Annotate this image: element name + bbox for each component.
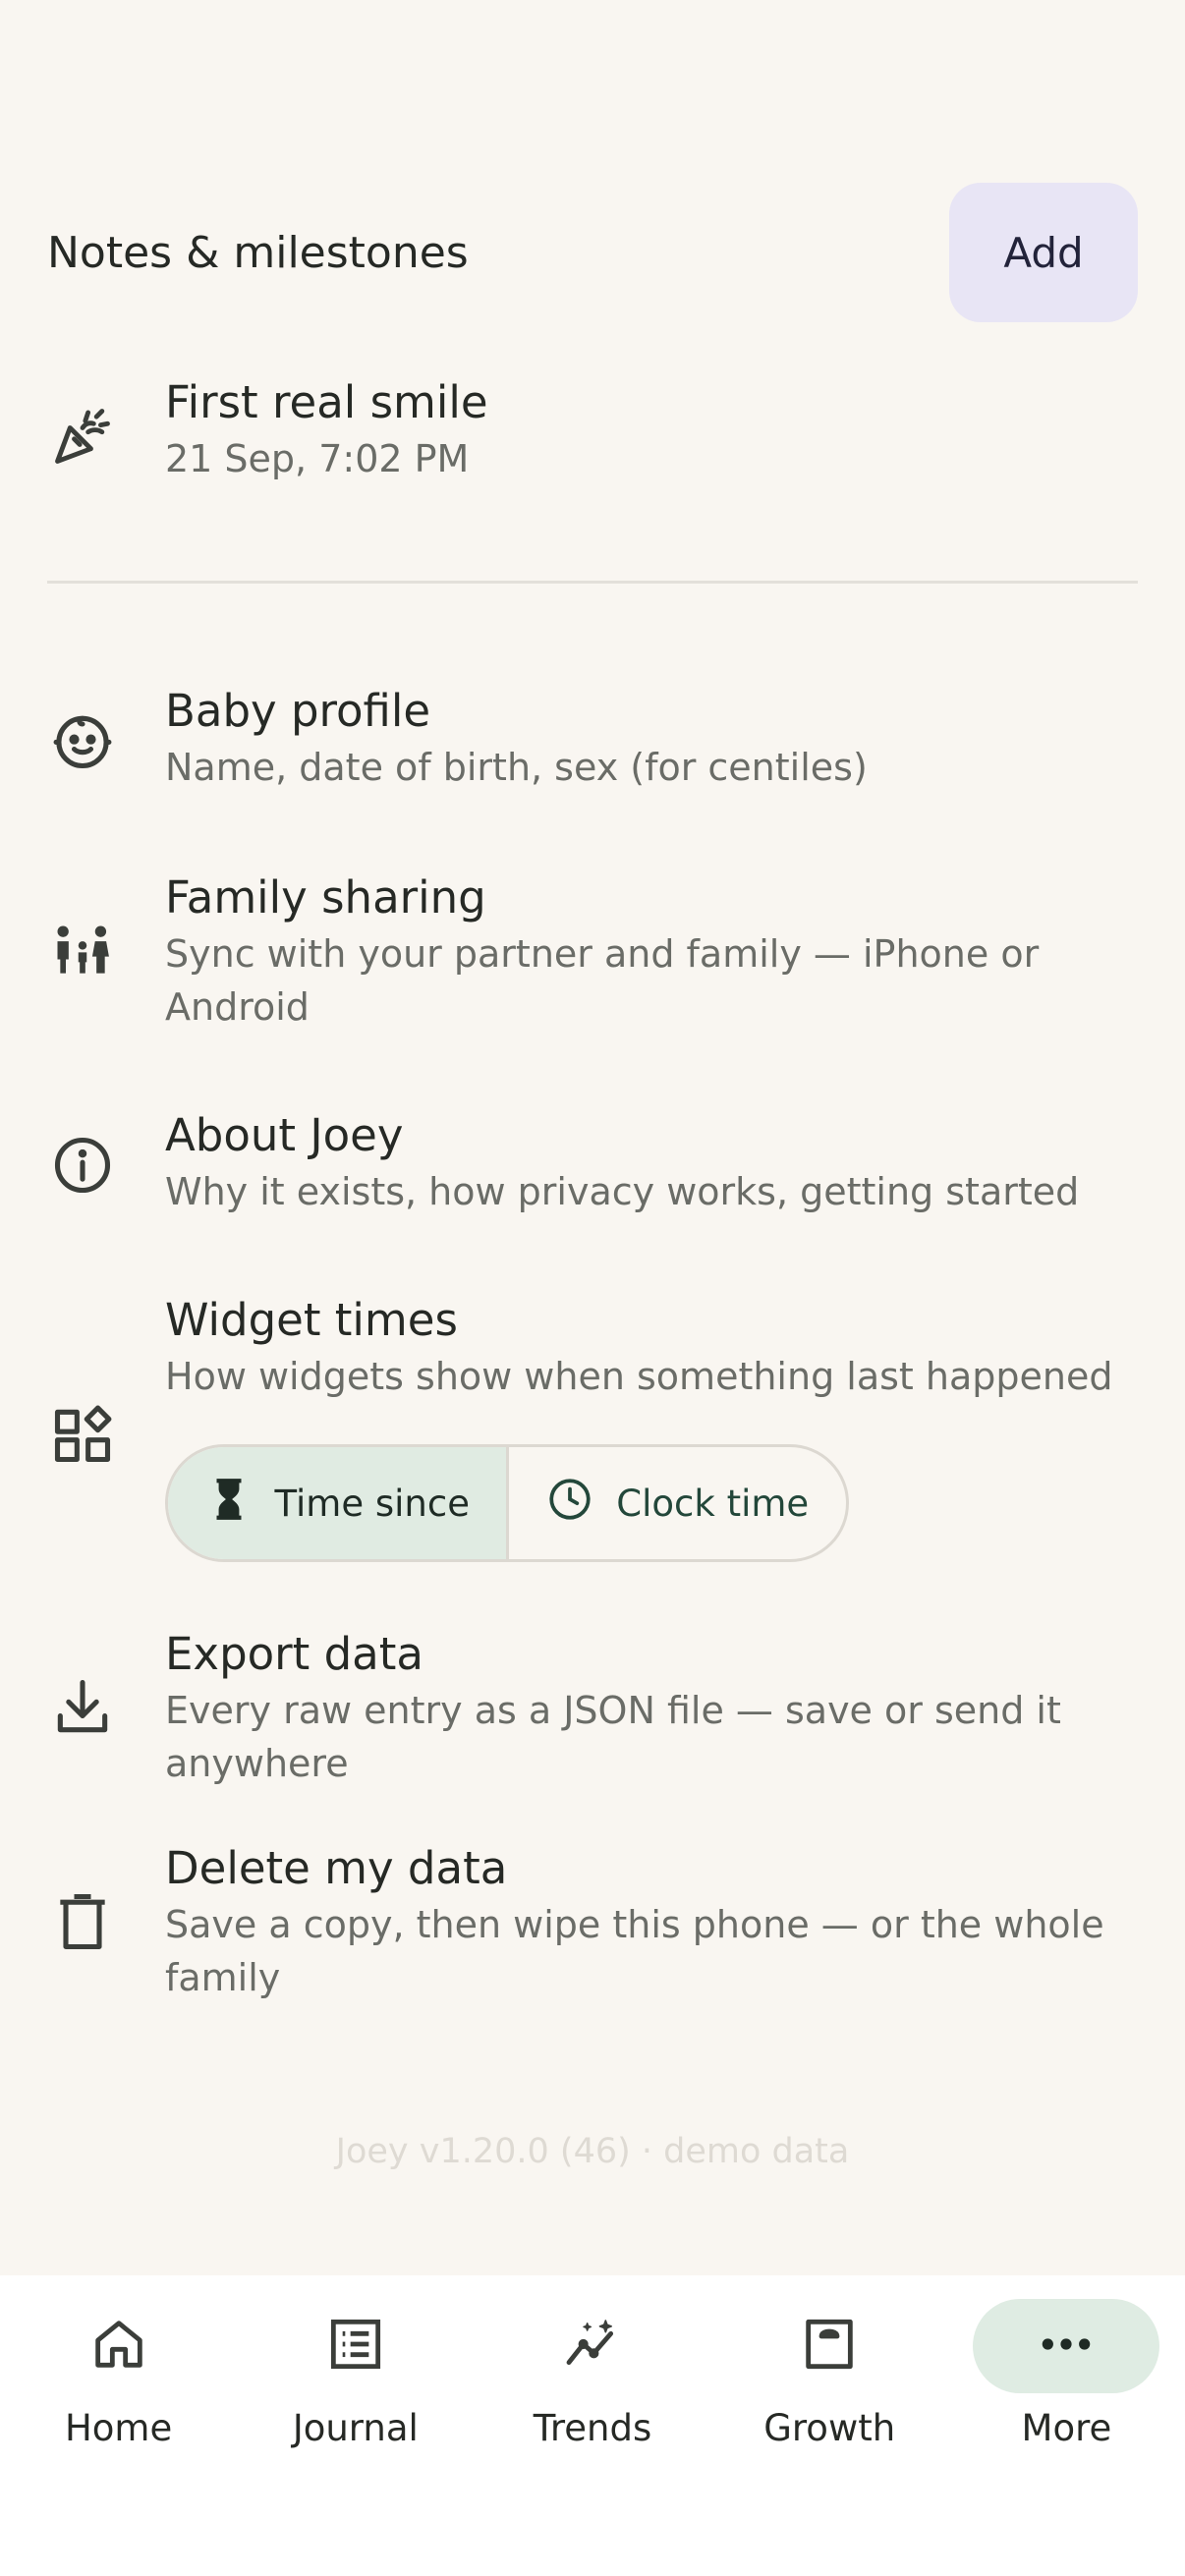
export-data-title: Export data (165, 1628, 423, 1680)
delete-data-title: Delete my data (165, 1842, 508, 1894)
time-since-option[interactable]: Time since (168, 1447, 509, 1559)
clock-time-label: Clock time (616, 1482, 810, 1525)
nav-more-label: More (1021, 2407, 1112, 2449)
baby-face-icon (47, 705, 118, 776)
notes-header: Notes & milestones Add (47, 183, 1138, 322)
family-icon (47, 916, 118, 986)
info-icon (47, 1130, 118, 1201)
delete-data-subtitle: Save a copy, then wipe this phone — or t… (165, 1903, 1104, 1999)
party-popper-icon (47, 401, 118, 472)
baby-profile-row[interactable]: Baby profile Name, date of birth, sex (f… (0, 678, 1185, 806)
version-text: Joey v1.20.0 (46) · demo data (335, 2132, 850, 2171)
milestone-title: First real smile (165, 376, 488, 428)
family-sharing-title: Family sharing (165, 871, 486, 924)
widget-times-toggle: Time since Clock time (165, 1444, 849, 1562)
export-data-subtitle: Every raw entry as a JSON file — save or… (165, 1689, 1061, 1785)
family-sharing-subtitle: Sync with your partner and family — iPho… (165, 932, 1040, 1029)
delete-data-row[interactable]: Delete my data Save a copy, then wipe th… (0, 1837, 1185, 2014)
growth-icon (798, 2313, 861, 2380)
clock-time-option[interactable]: Clock time (509, 1447, 847, 1559)
nav-journal-label: Journal (292, 2407, 419, 2449)
baby-profile-title: Baby profile (165, 685, 431, 737)
divider (47, 581, 1138, 584)
home-icon (87, 2313, 150, 2380)
nav-growth-label: Growth (763, 2407, 896, 2449)
clock-icon (545, 1475, 594, 1533)
bottom-nav: Home Journal Trends Growth More (0, 2275, 1185, 2576)
milestone-timestamp: 21 Sep, 7:02 PM (165, 437, 470, 480)
milestone-item[interactable]: First real smile 21 Sep, 7:02 PM (0, 364, 1185, 511)
baby-profile-subtitle: Name, date of birth, sex (for centiles) (165, 746, 868, 789)
time-since-label: Time since (274, 1482, 470, 1525)
widgets-icon (47, 1399, 118, 1470)
download-icon (47, 1672, 118, 1743)
nav-more[interactable]: More (948, 2275, 1185, 2576)
hourglass-icon (204, 1475, 254, 1533)
journal-icon (324, 2313, 387, 2380)
nav-trends[interactable]: Trends (474, 2275, 710, 2576)
about-title: About Joey (165, 1109, 404, 1161)
nav-growth[interactable]: Growth (711, 2275, 948, 2576)
about-row[interactable]: About Joey Why it exists, how privacy wo… (0, 1102, 1185, 1230)
family-sharing-row[interactable]: Family sharing Sync with your partner an… (0, 867, 1185, 1043)
nav-journal[interactable]: Journal (237, 2275, 474, 2576)
export-data-row[interactable]: Export data Every raw entry as a JSON fi… (0, 1623, 1185, 1800)
about-subtitle: Why it exists, how privacy works, gettin… (165, 1170, 1080, 1213)
trends-icon (561, 2313, 624, 2380)
nav-home-label: Home (64, 2407, 173, 2449)
nav-home[interactable]: Home (0, 2275, 237, 2576)
widget-times-subtitle: How widgets show when something last hap… (165, 1355, 1113, 1398)
nav-trends-label: Trends (533, 2407, 652, 2449)
add-button[interactable]: Add (949, 183, 1138, 322)
section-title: Notes & milestones (47, 227, 469, 278)
widget-times-title: Widget times (165, 1294, 458, 1346)
more-icon (1035, 2313, 1098, 2380)
trash-icon (47, 1886, 118, 1957)
